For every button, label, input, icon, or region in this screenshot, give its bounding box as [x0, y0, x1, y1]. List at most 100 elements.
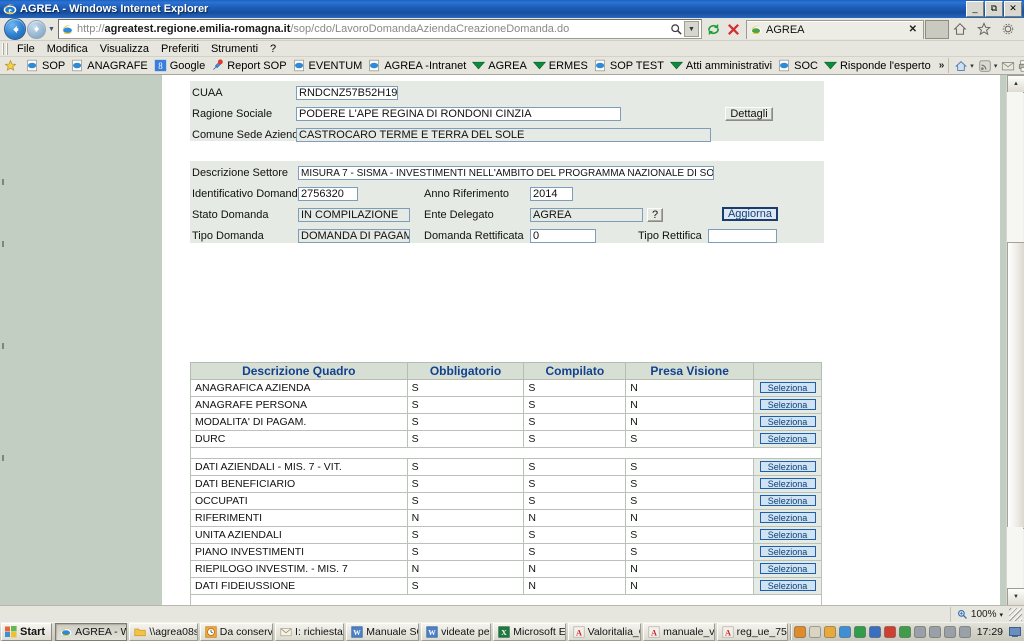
- show-desktop-icon[interactable]: [1009, 626, 1021, 638]
- green-chat-icon[interactable]: [853, 626, 866, 638]
- fav-item-agrea[interactable]: AGREA: [470, 59, 531, 72]
- fav-item-atti-amministrativi[interactable]: Atti amministrativi: [668, 59, 776, 72]
- zoom-control[interactable]: 100% ▾: [949, 607, 1022, 622]
- menu-item-visualizza[interactable]: Visualizza: [94, 43, 155, 55]
- scroll-up-button[interactable]: ▲: [1007, 75, 1024, 93]
- back-arrow-icon[interactable]: [4, 18, 26, 40]
- maximize-button[interactable]: ⧉: [985, 1, 1003, 17]
- network-icon[interactable]: [943, 626, 956, 638]
- menu-item-modifica[interactable]: Modifica: [41, 43, 94, 55]
- orange-app-icon[interactable]: [793, 626, 806, 638]
- seleziona-button[interactable]: Seleziona: [759, 416, 816, 427]
- input-tipo-domanda[interactable]: DOMANDA DI PAGAMENTO: [298, 229, 410, 243]
- taskbar-item[interactable]: Areg_ue_752...: [716, 623, 788, 641]
- fav-item-anagrafe[interactable]: ANAGRAFE: [69, 59, 152, 72]
- seleziona-button[interactable]: Seleziona: [759, 512, 816, 523]
- refresh-icon[interactable]: [704, 20, 723, 39]
- minimize-button[interactable]: _: [966, 1, 984, 17]
- zoom-caret-icon[interactable]: ▾: [999, 611, 1003, 619]
- input-tipo-rettifica[interactable]: [708, 229, 777, 243]
- search-dropdown-icon[interactable]: ▼: [684, 21, 699, 37]
- taskbar-item[interactable]: Wvideate per ...: [421, 623, 492, 641]
- search-magnifier-icon[interactable]: [670, 23, 683, 36]
- ente-help-button[interactable]: ?: [647, 208, 663, 222]
- input-anno-riferimento[interactable]: 2014: [530, 187, 573, 201]
- fav-item-google[interactable]: 8 Google: [152, 59, 209, 72]
- menu-item-strumenti[interactable]: Strumenti: [205, 43, 264, 55]
- close-button[interactable]: ✕: [1004, 1, 1022, 17]
- fav-item-ermes[interactable]: ERMES: [531, 59, 592, 72]
- fav-item-agrea-intranet[interactable]: AGREA -Intranet: [366, 59, 470, 72]
- shield-check-icon[interactable]: [898, 626, 911, 638]
- seleziona-button[interactable]: Seleziona: [759, 478, 816, 489]
- display-icon[interactable]: [913, 626, 926, 638]
- seleziona-button[interactable]: Seleziona: [759, 495, 816, 506]
- taskbar-item[interactable]: Da conserva...: [199, 623, 274, 641]
- taskbar-item[interactable]: I: richiesta r...: [275, 623, 345, 641]
- fav-item-soc[interactable]: SOC: [776, 59, 822, 72]
- favorites-overflow-icon[interactable]: »: [935, 60, 949, 71]
- taskbar-item[interactable]: A Valoritalia_G...: [567, 623, 642, 641]
- taskbar-item[interactable]: AGREA - Wi...: [55, 623, 128, 641]
- forward-arrow-icon[interactable]: [27, 19, 46, 39]
- taskbar-item[interactable]: \\agrea08sr...: [129, 623, 198, 641]
- url-input[interactable]: http://agreatest.regione.emilia-romagna.…: [58, 19, 702, 39]
- scroll-down-button[interactable]: ▼: [1007, 588, 1024, 605]
- seleziona-button[interactable]: Seleziona: [759, 580, 816, 591]
- taskbar-item[interactable]: X Microsoft Ex...: [493, 623, 566, 641]
- history-dropdown-icon[interactable]: ▼: [46, 19, 57, 39]
- gear-icon[interactable]: [998, 20, 1017, 39]
- seleziona-button[interactable]: Seleziona: [759, 546, 816, 557]
- globe-icon[interactable]: [838, 626, 851, 638]
- seleziona-button[interactable]: Seleziona: [759, 529, 816, 540]
- feed-caret-icon[interactable]: ▾: [994, 62, 1000, 70]
- favorites-star-icon[interactable]: [2, 59, 24, 72]
- input-cuaa[interactable]: RNDCNZ57B52H199M: [296, 86, 398, 100]
- new-tab-button[interactable]: [925, 19, 949, 39]
- seleziona-button[interactable]: Seleziona: [759, 563, 816, 574]
- menu-item-help[interactable]: ?: [264, 43, 282, 55]
- input-descrizione-settore[interactable]: MISURA 7 - SISMA - INVESTIMENTI NELL'AMB…: [298, 166, 714, 180]
- fav-item-eventum[interactable]: EVENTUM: [291, 59, 367, 72]
- fav-item-sop-test[interactable]: SOP TEST: [592, 59, 668, 72]
- dettagli-button[interactable]: Dettagli: [725, 107, 773, 121]
- fav-item-sop[interactable]: SOP: [24, 59, 69, 72]
- home-caret-icon[interactable]: ▾: [970, 62, 976, 70]
- input-stato-domanda[interactable]: IN COMPILAZIONE: [298, 208, 410, 222]
- tab-close-icon[interactable]: ✕: [906, 24, 920, 35]
- feed-icon[interactable]: [977, 58, 993, 73]
- clock-tray-icon[interactable]: [823, 626, 836, 638]
- taskbar-item[interactable]: Amanuale_vit...: [643, 623, 715, 641]
- scroll-track-top[interactable]: [1007, 92, 1023, 242]
- volume-icon[interactable]: [958, 626, 971, 638]
- flag-icon[interactable]: [928, 626, 941, 638]
- input-domanda-rettificata[interactable]: 0: [530, 229, 596, 243]
- mail-icon[interactable]: [1000, 58, 1016, 73]
- start-button[interactable]: Start: [1, 623, 53, 641]
- star-icon[interactable]: [974, 20, 993, 39]
- monitor-icon[interactable]: [868, 626, 881, 638]
- menu-item-file[interactable]: File: [11, 43, 41, 55]
- speaker-red-icon[interactable]: [883, 626, 896, 638]
- tab-agrea[interactable]: AGREA ✕: [746, 19, 924, 39]
- seleziona-button[interactable]: Seleziona: [759, 399, 816, 410]
- input-comune-sede[interactable]: CASTROCARO TERME E TERRA DEL SOLE: [296, 128, 711, 142]
- seleziona-button[interactable]: Seleziona: [759, 382, 816, 393]
- stop-icon[interactable]: [724, 20, 743, 39]
- scroll-track-bottom[interactable]: [1007, 527, 1023, 588]
- page-scrollbar[interactable]: ▲ ▼: [1006, 75, 1024, 605]
- scroll-thumb[interactable]: [1007, 242, 1024, 529]
- seleziona-button[interactable]: Seleziona: [759, 433, 816, 444]
- input-identificativo-domanda[interactable]: 2756320: [298, 187, 358, 201]
- aggiorna-button[interactable]: Aggiorna: [722, 207, 778, 221]
- input-ragione-sociale[interactable]: PODERE L'APE REGINA DI RONDONI CINZIA: [296, 107, 621, 121]
- taskbar-item[interactable]: W Manuale SO...: [346, 623, 420, 641]
- fav-item-risponde-lesperto[interactable]: Risponde l'esperto: [822, 59, 935, 72]
- mail-tray-icon[interactable]: [808, 626, 821, 638]
- fav-item-report-sop[interactable]: Report SOP: [209, 59, 290, 72]
- resize-grip[interactable]: [1009, 608, 1022, 621]
- menu-item-preferiti[interactable]: Preferiti: [155, 43, 205, 55]
- input-ente-delegato[interactable]: AGREA: [530, 208, 643, 222]
- seleziona-button[interactable]: Seleziona: [759, 461, 816, 472]
- print-icon[interactable]: [1017, 58, 1024, 73]
